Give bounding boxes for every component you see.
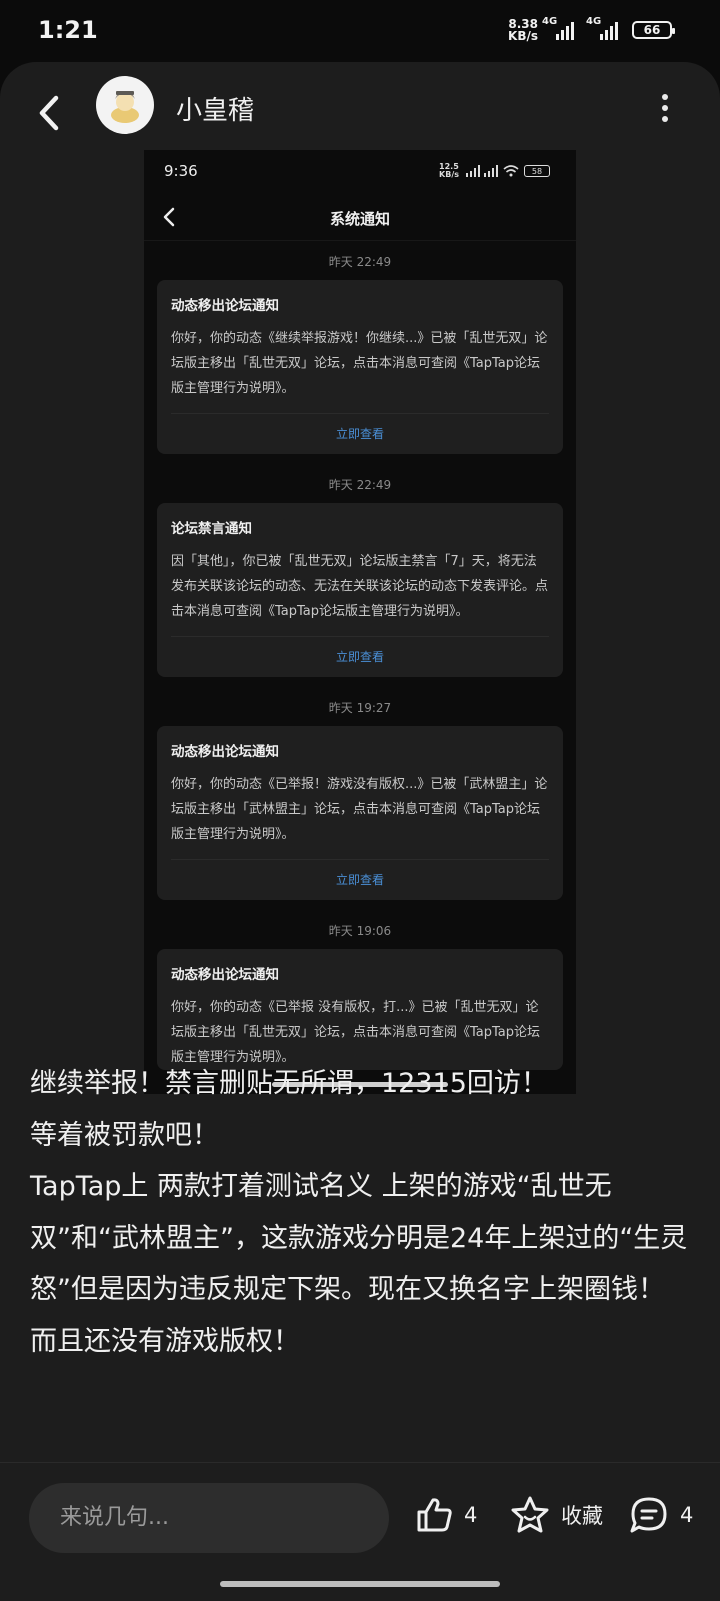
comment-icon (630, 1497, 667, 1533)
notification-body: 因「其他」，你已被「乱世无双」论坛版主禁言「7」天，将无法发布关联该论坛的动态、… (171, 554, 549, 619)
notification-date: 昨天 19:27 (328, 701, 392, 715)
post-paragraph: 继续举报！禁言删贴无所谓，12315回访！ (30, 1068, 548, 1099)
like-count: 4 (464, 1503, 478, 1527)
image-battery-icon: 58 (524, 165, 550, 177)
signal-icon: 4G (542, 16, 582, 40)
status-bar: 1:21 8.38 KB/s 4G 4G 66 (0, 0, 720, 62)
post-paragraph: 等着被罚款吧！ (30, 1119, 219, 1151)
image-page-title: 系统通知 (329, 210, 390, 228)
back-arrow-icon (39, 95, 59, 131)
comment-button[interactable]: 4 (628, 1495, 693, 1535)
image-header: 系统通知 (144, 194, 576, 241)
more-dot-icon (662, 94, 668, 100)
image-signal-icon (466, 165, 498, 177)
post-image[interactable]: 9:36 12.5 KB/s 58 系统通知 昨天 22:49 动态移出论坛通知… (144, 150, 576, 1094)
notification-date: 昨天 22:49 (328, 478, 392, 492)
view-now-link: 立即查看 (171, 636, 549, 677)
comment-input[interactable]: 来说几句... (29, 1483, 389, 1553)
notification-title: 动态移出论坛通知 (171, 967, 279, 983)
star-icon (511, 1496, 549, 1533)
post-sheet: 小皇稽 9:36 12.5 KB/s 58 系统通知 昨天 22:49 动态移出… (0, 62, 720, 1600)
notification-body: 你好，你的动态《已举报！游戏没有版权...》已被「武林盟主」论坛版主移出「武林盟… (171, 777, 548, 842)
image-status-bar: 9:36 12.5 KB/s 58 (144, 150, 576, 194)
network-speed: 8.38 KB/s (508, 17, 538, 43)
battery-icon: 66 (632, 21, 675, 39)
home-indicator[interactable] (220, 1581, 500, 1587)
thumbs-up-icon (417, 1498, 452, 1532)
more-dot-icon (662, 105, 668, 111)
notification-body: 你好，你的动态《继续举报游戏！你继续...》已被「乱世无双」论坛版主移出「乱世无… (171, 331, 548, 396)
like-button[interactable]: 4 (414, 1495, 477, 1535)
comment-count: 4 (680, 1503, 694, 1527)
status-time: 1:21 (38, 16, 98, 44)
notification-card: 动态移出论坛通知 你好，你的动态《已举报！游戏没有版权...》已被「武林盟主」论… (157, 726, 563, 900)
view-now-link: 立即查看 (171, 413, 549, 454)
notification-card: 动态移出论坛通知 你好，你的动态《已举报 没有版权，打...》已被「乱世无双」论… (157, 949, 563, 1070)
notification-date: 昨天 19:06 (328, 924, 392, 938)
image-network-speed: 12.5 KB/s (439, 162, 459, 179)
notification-title: 论坛禁言通知 (171, 521, 252, 537)
notification-title: 动态移出论坛通知 (171, 298, 279, 314)
image-status-icons: 12.5 KB/s 58 (439, 163, 550, 179)
notification-card: 论坛禁言通知 因「其他」，你已被「乱世无双」论坛版主禁言「7」天，将无法发布关联… (157, 503, 563, 677)
more-dot-icon (662, 116, 668, 122)
more-options-button[interactable] (658, 94, 672, 122)
post-paragraph: TapTap上 两款打着测试名义 上架的游戏“乱世无双”和“武林盟主”，这款游戏… (30, 1171, 688, 1357)
avatar-character-icon (111, 91, 139, 123)
favorite-button[interactable]: 收藏 (509, 1495, 603, 1535)
status-icons: 8.38 KB/s 4G 4G 66 (508, 16, 675, 43)
notification-date: 昨天 22:49 (328, 255, 392, 269)
notification-card: 动态移出论坛通知 你好，你的动态《继续举报游戏！你继续...》已被「乱世无双」论… (157, 280, 563, 454)
post-content: 继续举报！禁言删贴无所谓，12315回访！ 等着被罚款吧！ TapTap上 两款… (30, 1058, 690, 1367)
favorite-label: 收藏 (561, 1504, 603, 1528)
image-wifi-icon (503, 165, 519, 177)
author-name[interactable]: 小皇稽 (176, 90, 254, 127)
back-button[interactable] (30, 88, 70, 138)
notification-title: 动态移出论坛通知 (171, 744, 279, 760)
avatar[interactable] (96, 76, 154, 134)
image-status-time: 9:36 (164, 162, 198, 180)
view-now-link: 立即查看 (171, 859, 549, 900)
signal-icon: 4G (586, 16, 626, 40)
